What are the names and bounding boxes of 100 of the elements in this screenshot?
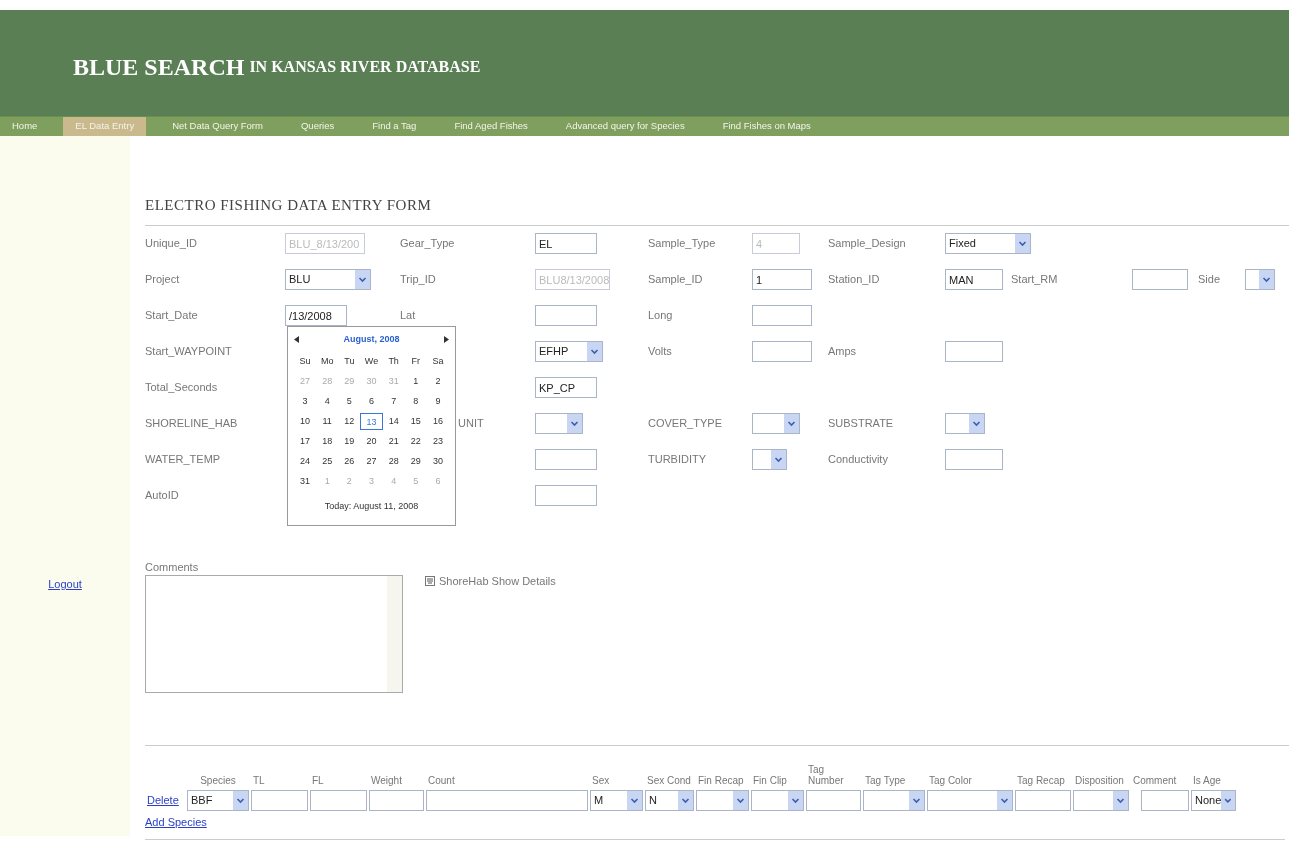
shorehab-label: ShoreHab Show Details [439, 573, 556, 589]
text-field[interactable]: MAN [945, 269, 1003, 290]
text-field[interactable] [806, 790, 861, 811]
field-label: COVER_TYPE [648, 417, 722, 430]
column-header: Comment [1133, 775, 1177, 786]
expand-icon[interactable] [425, 575, 435, 586]
text-field[interactable] [535, 305, 597, 326]
calendar-day[interactable]: 28 [382, 453, 405, 470]
dropdown-field[interactable]: EFHP [535, 341, 603, 362]
calendar-day[interactable]: 3 [294, 393, 317, 410]
dropdown-field[interactable] [945, 413, 985, 434]
calendar-day[interactable]: 11 [316, 413, 339, 430]
dropdown-field[interactable] [1245, 269, 1275, 290]
calendar-day[interactable]: 2 [426, 373, 449, 390]
dropdown-field[interactable] [535, 413, 583, 434]
text-field[interactable] [1141, 790, 1189, 811]
comments-label: Comments [145, 559, 200, 575]
logout-link[interactable]: Logout [48, 576, 82, 593]
column-header: Is Age [1193, 775, 1221, 786]
calendar-day[interactable]: 5 [338, 393, 361, 410]
calendar-day[interactable]: 17 [294, 433, 317, 450]
column-header: Disposition [1075, 775, 1124, 786]
column-header: Tag Recap [1017, 775, 1065, 786]
text-field[interactable]: /13/2008 [285, 305, 347, 326]
calendar-day[interactable]: 13 [360, 413, 383, 430]
text-field[interactable]: KP_CP [535, 377, 597, 398]
calendar-day[interactable]: 7 [382, 393, 405, 410]
field-label: Gear_Type [400, 237, 455, 250]
delete-link[interactable]: Delete [147, 794, 179, 807]
text-field[interactable] [1132, 269, 1188, 290]
add-species-link[interactable]: Add Species [145, 816, 207, 828]
calendar-day[interactable]: 9 [426, 393, 449, 410]
column-header: Sex [592, 775, 610, 786]
dropdown-field[interactable] [927, 790, 1013, 811]
calendar-day[interactable]: 6 [360, 393, 383, 410]
calendar-day[interactable]: 14 [382, 413, 405, 430]
text-field[interactable] [310, 790, 367, 811]
column-header: TL [253, 775, 265, 786]
text-field[interactable]: 1 [752, 269, 812, 290]
column-header: Tag Number [808, 764, 844, 786]
weekday-label: Th [387, 355, 400, 368]
dropdown-field[interactable]: N [645, 790, 694, 811]
dropdown-field[interactable] [752, 449, 787, 470]
weekday-label: Fr [410, 355, 421, 368]
calendar-day[interactable]: 31 [294, 473, 317, 490]
calendar-day[interactable]: 21 [382, 433, 405, 450]
field-label: Trip_ID [400, 273, 436, 286]
field-label: WATER_TEMP [145, 453, 221, 466]
text-field[interactable] [945, 449, 1003, 470]
text-field[interactable] [535, 485, 597, 506]
field-label: Sample_Type [648, 237, 716, 250]
calendar-day[interactable]: 8 [404, 393, 427, 410]
text-field[interactable] [426, 790, 588, 811]
column-header: Species [200, 775, 236, 786]
calendar-day[interactable]: 24 [294, 453, 317, 470]
column-header: Sex Cond [647, 775, 691, 786]
calendar-day[interactable]: 20 [360, 433, 383, 450]
calendar-day[interactable]: 1 [404, 373, 427, 390]
dropdown-field[interactable] [752, 413, 800, 434]
field-label: SHORELINE_HAB [145, 417, 238, 430]
dropdown-field[interactable] [1073, 790, 1129, 811]
next-icon[interactable] [444, 335, 449, 343]
previous-icon[interactable] [294, 335, 299, 343]
calendar-day[interactable]: 10 [294, 413, 317, 430]
dropdown-field[interactable]: M [590, 790, 643, 811]
dropdown-field[interactable]: BBF [187, 790, 249, 811]
calendar-day[interactable]: 26 [338, 453, 361, 470]
calendar-day[interactable]: 18 [316, 433, 339, 450]
weekday-label: Tu [343, 355, 356, 368]
dropdown-field[interactable]: BLU [285, 269, 371, 290]
calendar-day[interactable]: 30 [426, 453, 449, 470]
dropdown-field[interactable] [696, 790, 749, 811]
dropdown-field[interactable] [751, 790, 804, 811]
calendar-day[interactable]: 27 [360, 453, 383, 470]
text-field[interactable] [369, 790, 424, 811]
calendar-day[interactable]: 15 [404, 413, 427, 430]
weekday-label: Sa [431, 355, 445, 368]
weekday-label: We [363, 355, 380, 368]
text-field[interactable] [945, 341, 1003, 362]
text-field[interactable] [1015, 790, 1071, 811]
calendar-day[interactable]: 4 [316, 393, 339, 410]
calendar-day[interactable]: 25 [316, 453, 339, 470]
text-field[interactable]: EL [535, 233, 597, 254]
calendar-day[interactable]: 16 [426, 413, 449, 430]
text-field[interactable] [535, 449, 597, 470]
text-field[interactable] [752, 341, 812, 362]
calendar-day[interactable]: 19 [338, 433, 361, 450]
dropdown-field[interactable]: None [1191, 790, 1236, 811]
calendar-day[interactable]: 12 [338, 413, 361, 430]
calendar-day[interactable]: 22 [404, 433, 427, 450]
column-header: Fin Recap [698, 775, 744, 786]
dropdown-field[interactable] [863, 790, 925, 811]
field-label: Sample_Design [828, 237, 906, 250]
calendar-day[interactable]: 23 [426, 433, 449, 450]
calendar-month: August, 2008 [343, 332, 400, 346]
dropdown-field[interactable]: Fixed [945, 233, 1031, 254]
text-field[interactable] [752, 305, 812, 326]
text-field[interactable] [251, 790, 308, 811]
comments-field[interactable] [145, 575, 403, 693]
calendar-day[interactable]: 29 [404, 453, 427, 470]
